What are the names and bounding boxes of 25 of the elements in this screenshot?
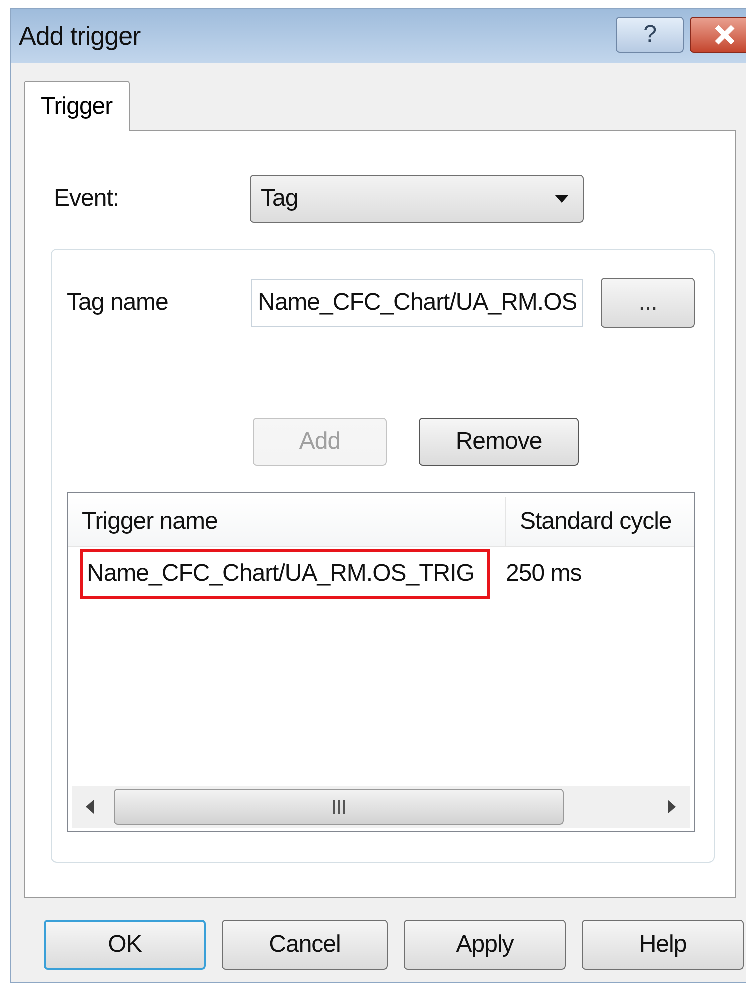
help-button[interactable]: ? (616, 17, 684, 53)
dropdown-arrow-icon (555, 195, 569, 203)
column-header[interactable]: Trigger name (68, 497, 506, 546)
table-cell: Name_CFC_Chart/UA_RM.OS_TRIG (80, 549, 490, 599)
tag-name-label: Tag name (67, 288, 170, 318)
dialog-button[interactable]: Help (582, 920, 744, 970)
column-header[interactable]: Standard cycle (506, 497, 694, 546)
window-title: Add trigger (19, 20, 141, 52)
dialog-button[interactable]: Apply (404, 920, 566, 970)
tab[interactable]: Trigger (24, 81, 130, 131)
scroll-left-icon[interactable] (86, 800, 94, 814)
dialog-button[interactable]: OK (44, 920, 206, 970)
event-label: Event: (54, 184, 120, 214)
table-cell-text: 250 ms (506, 559, 582, 589)
browse-button[interactable]: ... (601, 278, 695, 328)
grip-icon (333, 800, 345, 814)
close-button[interactable] (690, 17, 746, 53)
horizontal-scrollbar[interactable] (72, 786, 690, 828)
close-icon (714, 25, 736, 45)
scrollbar-thumb[interactable] (114, 789, 564, 825)
event-dropdown[interactable]: Tag (250, 175, 584, 223)
scroll-right-icon[interactable] (668, 800, 676, 814)
tag-name-field[interactable]: Name_CFC_Chart/UA_RM.OS (251, 279, 583, 327)
list-button[interactable]: Remove (419, 418, 579, 466)
dialog-button[interactable]: Cancel (222, 920, 388, 970)
